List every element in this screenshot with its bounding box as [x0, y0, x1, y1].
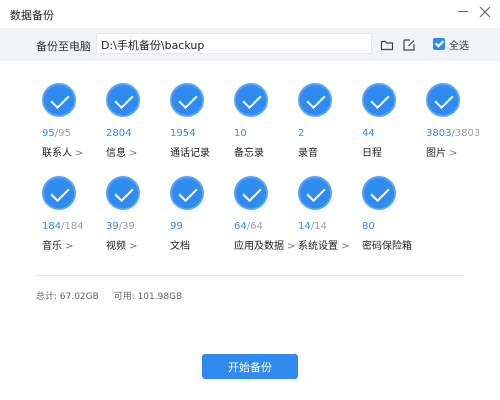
item-count: 95/95 — [42, 128, 71, 139]
available-size: 可用: 101.98GB — [113, 292, 183, 302]
item-label: 备忘录 — [234, 148, 264, 159]
edit-icon[interactable] — [402, 37, 416, 51]
select-all-label: 全选 — [449, 40, 469, 52]
backup-path-field[interactable]: D:\手机备份\backup — [96, 33, 372, 54]
window-title: 数据备份 — [10, 9, 54, 22]
item-label: 信息 > — [106, 148, 138, 159]
check-circle-icon[interactable] — [426, 83, 460, 117]
check-circle-icon[interactable] — [298, 83, 332, 117]
backup-path-bar: 备份至电脑 D:\手机备份\backup 全选 — [0, 28, 500, 61]
item-count: 99 — [170, 221, 183, 232]
check-circle-icon[interactable] — [170, 83, 204, 117]
title-bar: 数据备份 — [0, 0, 500, 28]
check-circle-icon[interactable] — [362, 176, 396, 210]
item-label: 视频 > — [106, 241, 138, 252]
chevron-right-icon[interactable]: > — [65, 241, 73, 252]
close-icon[interactable] — [478, 4, 492, 18]
minimize-icon[interactable] — [456, 4, 470, 18]
start-backup-button[interactable]: 开始备份 — [202, 354, 298, 379]
chevron-right-icon[interactable]: > — [341, 241, 349, 252]
chevron-right-icon[interactable]: > — [129, 241, 137, 252]
backup-items-panel: 95/95 联系人 > 2804 信息 > 1954 通话记录 10 备忘录 2 录… — [0, 61, 500, 400]
check-circle-icon[interactable] — [42, 176, 76, 210]
item-label: 通话记录 — [170, 148, 210, 159]
item-label: 应用及数据 > — [234, 241, 296, 252]
item-count: 44 — [362, 128, 375, 139]
item-label: 系统设置 > — [298, 241, 350, 252]
check-circle-icon[interactable] — [234, 83, 268, 117]
item-count: 2804 — [106, 128, 132, 139]
item-label: 密码保险箱 — [362, 241, 412, 252]
item-count: 64/64 — [234, 221, 263, 232]
chevron-right-icon[interactable]: > — [287, 241, 295, 252]
item-label: 联系人 > — [42, 148, 84, 159]
backup-window: 数据备份 备份至电脑 D:\手机备份\backup 全选 95/95 联系人 >… — [0, 0, 500, 400]
item-label: 文档 — [170, 241, 190, 252]
item-label: 日程 — [362, 148, 382, 159]
check-circle-icon[interactable] — [362, 83, 396, 117]
check-circle-icon[interactable] — [106, 176, 140, 210]
item-count: 10 — [234, 128, 247, 139]
check-circle-icon[interactable] — [170, 176, 204, 210]
divider — [36, 275, 464, 276]
item-count: 2 — [298, 128, 305, 139]
check-circle-icon[interactable] — [106, 83, 140, 117]
select-all-checkbox[interactable]: 全选 — [433, 37, 469, 52]
chevron-right-icon[interactable]: > — [75, 148, 83, 159]
chevron-right-icon[interactable]: > — [129, 148, 137, 159]
chevron-right-icon[interactable]: > — [449, 148, 457, 159]
backup-path-label: 备份至电脑 — [36, 40, 91, 53]
item-count: 1954 — [170, 128, 196, 139]
check-circle-icon[interactable] — [298, 176, 332, 210]
item-count: 80 — [362, 221, 375, 232]
item-label: 录音 — [298, 148, 318, 159]
item-label: 图片 > — [426, 148, 458, 159]
check-circle-icon[interactable] — [234, 176, 268, 210]
item-count: 184/184 — [42, 221, 84, 232]
item-count: 39/39 — [106, 221, 135, 232]
folder-icon[interactable] — [380, 37, 394, 51]
storage-stats: 总计: 67.02GB 可用: 101.98GB — [36, 289, 194, 302]
total-size: 总计: 67.02GB — [36, 292, 99, 302]
item-count: 14/14 — [298, 221, 327, 232]
checkbox-checked-icon[interactable] — [433, 38, 445, 50]
item-label: 音乐 > — [42, 241, 74, 252]
check-circle-icon[interactable] — [42, 83, 76, 117]
item-count: 3803/3803 — [426, 128, 481, 139]
